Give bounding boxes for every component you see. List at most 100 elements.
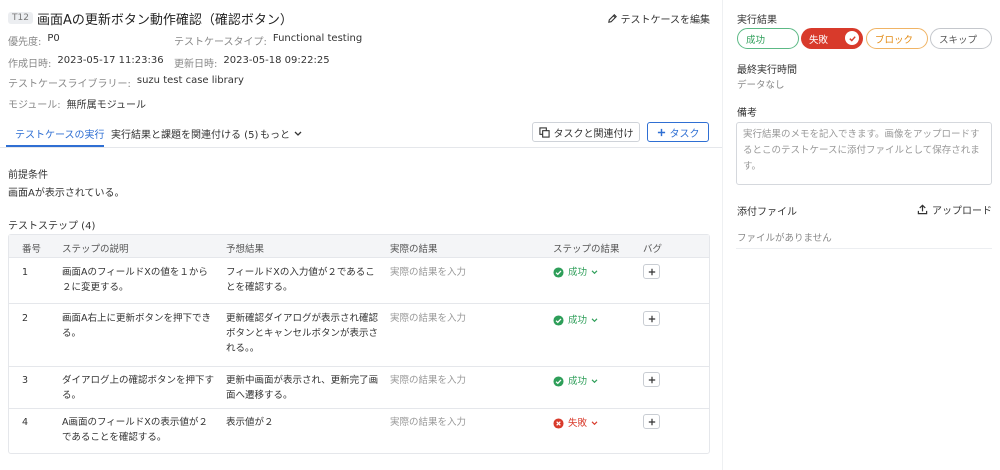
step-result-dropdown[interactable]: 成功 <box>553 374 602 389</box>
updated-value: 2023-05-18 09:22:25 <box>223 55 330 66</box>
step-description-line: であることを確認する。 <box>62 432 167 443</box>
result-skip-label: スキップ <box>939 34 978 46</box>
memo-textarea[interactable]: 実行結果のメモを記入できます。画像をアップロードするとこのテストケースに添付ファ… <box>736 122 992 185</box>
step-result-dropdown[interactable]: 失敗 <box>553 416 602 431</box>
edit-test-case-button[interactable]: テストケースを編集 <box>607 11 711 26</box>
check-circle-icon <box>553 376 564 387</box>
step-expected-line: フィールドXの入力値が２であるこ <box>226 267 375 278</box>
actual-result-input[interactable]: 実際の結果を入力 <box>390 373 466 388</box>
link-task-button[interactable]: タスクと関連付け <box>532 122 640 142</box>
result-success-button[interactable]: 成功 <box>737 28 799 49</box>
table-row: 3 ダイアログ上の確認ボタンを押下す る。 更新中画面が表示され、更新完了画 面… <box>9 367 709 409</box>
result-block-button[interactable]: ブロック <box>866 28 928 49</box>
column-header-number: 番号 <box>22 244 42 255</box>
step-result-label: 成功 <box>568 315 588 326</box>
upload-label: アップロード <box>932 206 992 217</box>
step-expected-line: 表示値が２ <box>226 417 274 428</box>
test-case-main-panel: T12 画面Aの更新ボタン動作確認（確認ボタン） テストケースを編集 優先度: … <box>0 0 722 470</box>
edit-test-case-label: テストケースを編集 <box>620 14 711 26</box>
type-value: Functional testing <box>272 33 363 44</box>
step-expected: フィールドXの入力値が２であるこ とを確認する。 <box>226 265 375 295</box>
result-fail-button[interactable]: 失敗 <box>801 28 863 49</box>
step-expected-line: 更新中画面が表示され、更新完了画 <box>226 375 379 386</box>
precondition-label: 前提条件 <box>8 170 48 181</box>
add-bug-button[interactable] <box>643 414 660 429</box>
add-task-label: タスク <box>669 128 700 140</box>
pencil-icon <box>607 13 617 23</box>
step-expected-line: ボタンとキャンセルボタンが表示さ <box>226 328 379 339</box>
actual-result-input[interactable]: 実際の結果を入力 <box>390 415 466 430</box>
add-bug-button[interactable] <box>643 311 660 326</box>
test-case-execution-page: T12 画面Aの更新ボタン動作確認（確認ボタン） テストケースを編集 優先度: … <box>0 0 1000 470</box>
attachments-divider <box>736 248 992 249</box>
result-block-label: ブロック <box>875 34 914 46</box>
meta-row-1: 優先度: P0 テストケースタイプ: Functional testing <box>8 33 362 48</box>
created-value: 2023-05-17 11:23:36 <box>57 55 164 66</box>
test-steps-table: 番号 ステップの説明 予想結果 実際の結果 ステップの結果 バグ 1 画面Aのフ… <box>8 234 710 454</box>
column-header-expected: 予想結果 <box>226 244 265 255</box>
meta-row-3: テストケースライブラリー: suzu test case library <box>8 75 244 90</box>
actual-result-input[interactable]: 実際の結果を入力 <box>390 265 466 280</box>
step-result-label: 成功 <box>568 376 588 387</box>
meta-row-4: モジュール: 無所属モジュール <box>8 96 146 111</box>
step-description: ダイアログ上の確認ボタンを押下す る。 <box>62 373 214 403</box>
step-description-line: A画面のフィールドXの表示値が２ <box>62 417 208 428</box>
step-description: 画面AのフィールドXの値を１から ２に変更する。 <box>62 265 208 295</box>
plus-icon <box>648 268 655 275</box>
last-run-label: 最終実行時間 <box>737 65 797 76</box>
chevron-down-icon <box>591 318 598 323</box>
step-expected: 更新中画面が表示され、更新完了画 面へ遷移する。 <box>226 373 378 403</box>
step-description-line: ダイアログ上の確認ボタンを押下す <box>62 375 215 386</box>
column-header-actual: 実際の結果 <box>390 244 438 255</box>
execution-result-label: 実行結果 <box>737 15 777 26</box>
step-result-dropdown[interactable]: 成功 <box>553 265 602 280</box>
add-bug-button[interactable] <box>643 372 660 387</box>
plus-icon <box>648 315 655 322</box>
step-description: 画面A右上に更新ボタンを押下でき る。 <box>62 311 211 341</box>
actual-result-input[interactable]: 実際の結果を入力 <box>390 311 466 326</box>
column-header-step-result: ステップの結果 <box>553 244 620 255</box>
upload-icon <box>917 204 928 215</box>
chevron-down-icon <box>591 270 598 275</box>
plus-icon <box>657 128 665 136</box>
step-number: 1 <box>22 267 29 278</box>
table-row: 1 画面AのフィールドXの値を１から ２に変更する。 フィールドXの入力値が２で… <box>9 258 709 304</box>
precondition-text: 画面Aが表示されている。 <box>8 188 125 199</box>
step-expected-line: 面へ遷移する。 <box>226 390 293 401</box>
plus-icon <box>648 376 655 383</box>
table-row: 2 画面A右上に更新ボタンを押下でき る。 更新確認ダイアログが表示され確認 ボ… <box>9 304 709 367</box>
chevron-down-icon <box>591 379 598 384</box>
step-expected-line: とを確認する。 <box>226 282 293 293</box>
tab-run-test-case[interactable]: テストケースの実行 <box>15 126 105 141</box>
test-steps-label: テストステップ (4) <box>8 221 96 232</box>
step-expected: 表示値が２ <box>226 415 274 430</box>
tab-link-results-issues[interactable]: 実行結果と課題を関連付ける (5) <box>111 126 258 141</box>
step-description-line: る。 <box>62 328 82 339</box>
priority-label: 優先度: <box>8 37 42 48</box>
module-label: モジュール: <box>8 100 61 111</box>
library-value: suzu test case library <box>136 75 244 86</box>
result-fail-label: 失敗 <box>809 34 829 46</box>
step-description-line: 画面A右上に更新ボタンを押下でき <box>62 313 211 324</box>
table-row: 4 A画面のフィールドXの表示値が２ であることを確認する。 表示値が２ 実際の… <box>9 409 709 453</box>
step-description-line: 画面AのフィールドXの値を１から <box>62 267 208 278</box>
meta-row-2: 作成日時: 2023-05-17 11:23:36 更新日時: 2023-05-… <box>8 55 330 70</box>
case-id-badge: T12 <box>8 12 33 24</box>
active-tab-indicator <box>6 145 104 147</box>
upload-button[interactable]: アップロード <box>917 202 992 217</box>
step-result-dropdown[interactable]: 成功 <box>553 313 602 328</box>
step-result-label: 失敗 <box>568 418 588 429</box>
result-skip-button[interactable]: スキップ <box>930 28 992 49</box>
add-bug-button[interactable] <box>643 264 660 279</box>
step-number: 2 <box>22 313 29 324</box>
step-expected-line: れる。。 <box>226 343 260 354</box>
x-circle-icon <box>553 418 564 429</box>
link-task-label: タスクと関連付け <box>553 128 634 140</box>
step-description: A画面のフィールドXの表示値が２ であることを確認する。 <box>62 415 208 445</box>
library-label: テストケースライブラリー: <box>8 79 131 90</box>
column-header-bug: バグ <box>643 244 663 255</box>
tab-more[interactable]: もっと <box>260 126 302 141</box>
table-header: 番号 ステップの説明 予想結果 実際の結果 ステップの結果 バグ <box>9 235 709 258</box>
title-row: T12 画面Aの更新ボタン動作確認（確認ボタン） テストケースを編集 <box>8 8 710 28</box>
add-task-button[interactable]: タスク <box>647 122 709 142</box>
